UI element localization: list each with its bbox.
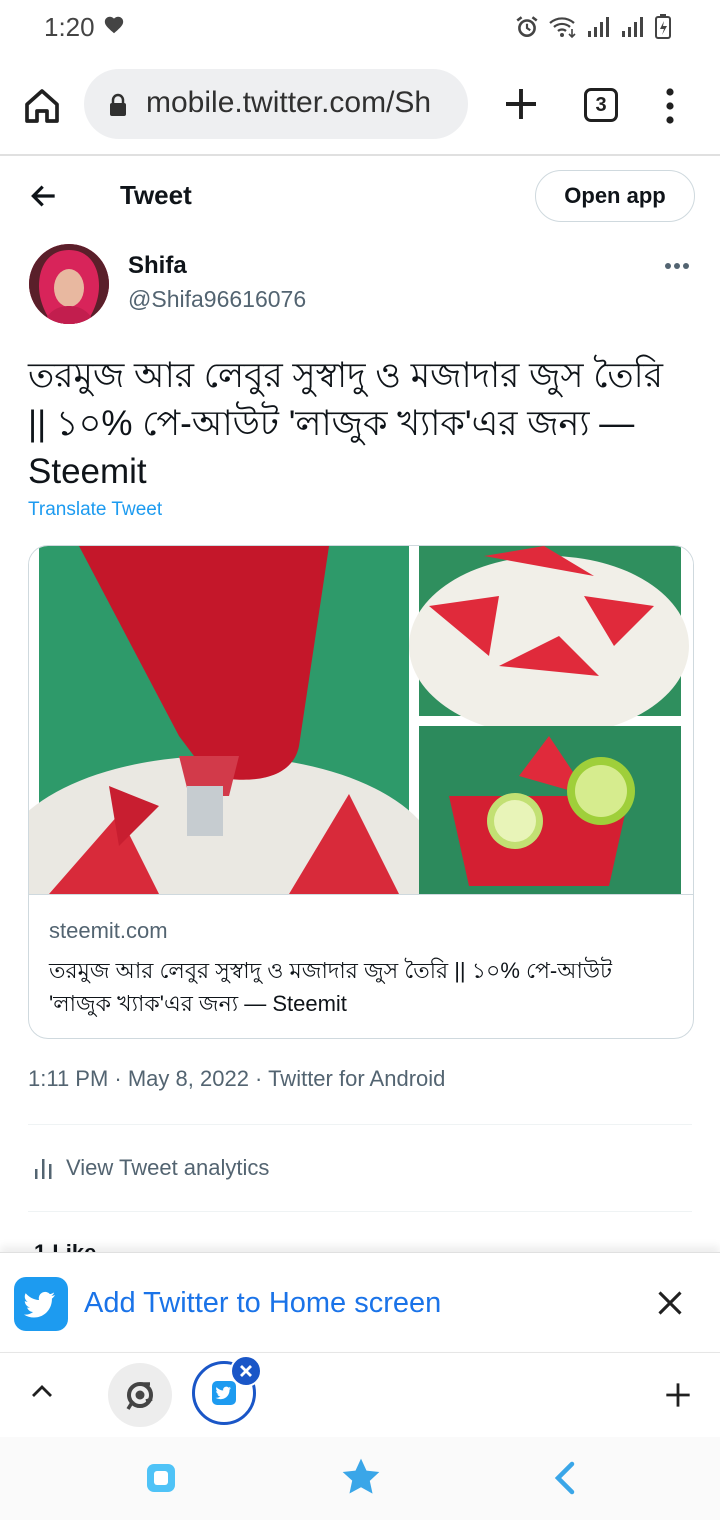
add-tab-plus-icon[interactable] xyxy=(664,1381,692,1409)
more-vert-icon[interactable] xyxy=(664,88,676,124)
back-chevron-icon[interactable] xyxy=(552,1461,578,1495)
status-bar: 1:20 xyxy=(0,0,720,56)
view-tweet-analytics-link[interactable]: View Tweet analytics xyxy=(66,1155,269,1181)
author-handle[interactable]: @Shifa96616076 xyxy=(128,286,306,313)
back-arrow-icon[interactable] xyxy=(28,180,60,212)
add-to-home-text[interactable]: Add Twitter to Home screen xyxy=(84,1287,441,1320)
close-icon xyxy=(240,1365,252,1377)
browser-toolbar: mobile.twitter.com/Sh 3 xyxy=(0,56,720,156)
twitter-logo-icon xyxy=(14,1277,68,1331)
link-card[interactable]: steemit.com তরমুজ আর লেবুর সুস্বাদু ও মজ… xyxy=(28,545,694,1039)
author-name[interactable]: Shifa xyxy=(128,252,187,280)
home-icon[interactable] xyxy=(22,86,62,126)
home-star-icon[interactable] xyxy=(339,1455,383,1499)
tab-strip xyxy=(0,1352,720,1438)
tab-switcher-button[interactable]: 3 xyxy=(584,88,618,122)
add-to-home-banner[interactable]: Add Twitter to Home screen xyxy=(0,1252,720,1351)
signal-icon-1 xyxy=(588,17,609,37)
divider xyxy=(28,1211,692,1212)
card-title: তরমুজ আর লেবুর সুস্বাদু ও মজাদার জুস তৈর… xyxy=(49,958,612,1016)
page-title: Tweet xyxy=(120,180,192,210)
translate-tweet-link[interactable]: Translate Tweet xyxy=(28,499,162,521)
recents-square-icon[interactable] xyxy=(145,1462,177,1494)
status-time: 1:20 xyxy=(44,12,95,42)
card-domain: steemit.com xyxy=(49,918,168,943)
analytics-icon[interactable] xyxy=(34,1157,54,1181)
more-horiz-icon[interactable] xyxy=(664,262,690,270)
tweet-text: তরমুজ আর লেবুর সুস্বাদু ও মজাদার জুস তৈর… xyxy=(28,356,663,491)
open-app-button[interactable]: Open app xyxy=(535,170,695,222)
lock-icon xyxy=(110,93,126,116)
divider xyxy=(28,1124,692,1125)
wifi-icon xyxy=(549,17,576,39)
avatar[interactable] xyxy=(29,244,109,324)
url-bar[interactable]: mobile.twitter.com/Sh xyxy=(84,69,468,139)
card-collage-image xyxy=(29,546,693,895)
signal-icon-2 xyxy=(622,17,643,37)
battery-icon xyxy=(655,14,671,39)
alarm-icon xyxy=(516,16,538,37)
heart-icon xyxy=(104,16,124,34)
url-text: mobile.twitter.com/Sh xyxy=(146,86,432,119)
tab-chrome-favicon[interactable] xyxy=(108,1363,172,1427)
chrome-icon xyxy=(126,1382,153,1410)
avatar-portrait-image xyxy=(29,244,109,324)
new-tab-plus-icon[interactable] xyxy=(503,86,539,122)
close-icon[interactable] xyxy=(656,1289,684,1317)
chevron-up-icon[interactable] xyxy=(30,1383,54,1399)
system-nav-bar xyxy=(0,1437,720,1520)
tab-close-badge[interactable] xyxy=(230,1355,262,1387)
tweet-timestamp: 1:11 PM · May 8, 2022 · Twitter for Andr… xyxy=(28,1066,446,1091)
status-icons xyxy=(514,14,672,40)
